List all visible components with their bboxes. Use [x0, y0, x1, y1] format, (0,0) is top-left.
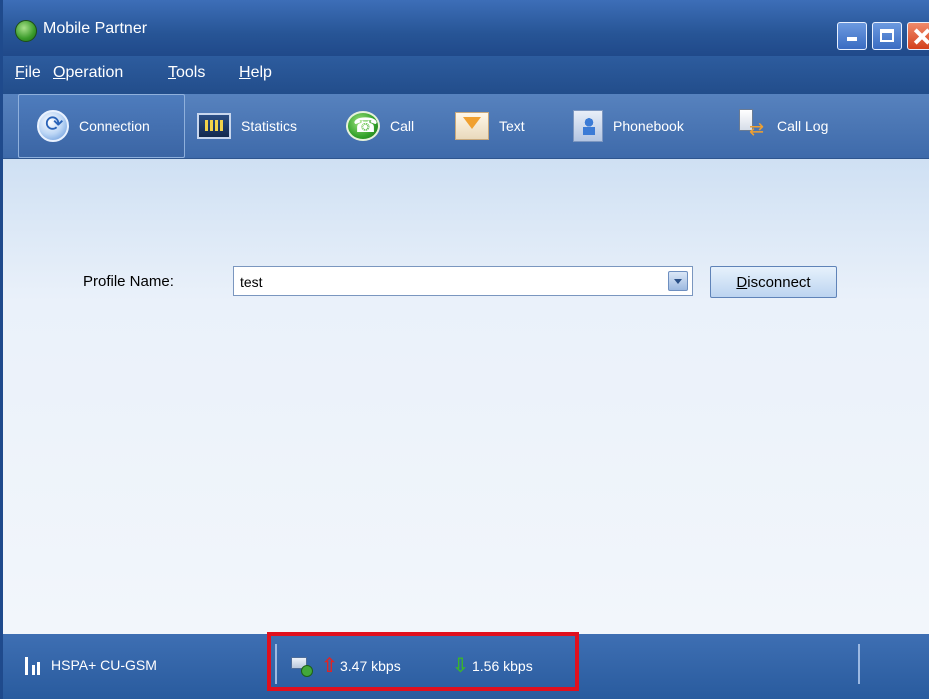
- connection-icon: [37, 110, 69, 142]
- main-toolbar: Connection Statistics Call Text Phoneboo…: [3, 94, 929, 159]
- chevron-down-icon[interactable]: [668, 271, 688, 291]
- call-icon: [346, 111, 380, 141]
- upload-arrow-icon: ⇧: [321, 653, 338, 677]
- toolbar-connection-label: Connection: [79, 118, 150, 134]
- download-speed: 1.56 kbps: [472, 658, 533, 674]
- disconnect-button[interactable]: Disconnect: [710, 266, 837, 298]
- toolbar-text-label: Text: [499, 118, 525, 134]
- profile-name-value: test: [240, 274, 263, 290]
- toolbar-call[interactable]: Call: [346, 94, 414, 158]
- close-button[interactable]: [907, 22, 929, 50]
- signal-strength-icon: [25, 657, 43, 675]
- app-logo-icon: [15, 20, 37, 42]
- maximize-button[interactable]: [872, 22, 902, 50]
- menu-operation[interactable]: Operation: [53, 64, 123, 82]
- phonebook-icon: [573, 110, 603, 142]
- network-status: HSPA+ CU-GSM: [51, 657, 157, 673]
- status-divider: [275, 644, 277, 684]
- toolbar-statistics-label: Statistics: [241, 118, 298, 134]
- connected-computer-icon: [291, 655, 313, 677]
- toolbar-phonebook[interactable]: Phonebook: [573, 94, 684, 158]
- menu-file[interactable]: File: [15, 64, 41, 82]
- minimize-button[interactable]: [837, 22, 867, 50]
- toolbar-text[interactable]: Text: [455, 94, 525, 158]
- toolbar-connection[interactable]: Connection: [18, 94, 185, 158]
- text-message-icon: [455, 112, 489, 140]
- toolbar-call-label: Call: [390, 118, 415, 134]
- profile-name-combobox[interactable]: test: [233, 266, 693, 296]
- menu-tools[interactable]: Tools: [168, 64, 205, 82]
- menu-bar: File Operation Tools Help: [3, 56, 929, 94]
- toolbar-call-log-label: Call Log: [777, 118, 829, 134]
- upload-speed: 3.47 kbps: [340, 658, 401, 674]
- menu-help[interactable]: Help: [239, 64, 272, 82]
- toolbar-call-log[interactable]: Call Log: [737, 94, 828, 158]
- disconnect-button-label: Disconnect: [736, 273, 811, 291]
- call-log-icon: [737, 109, 767, 143]
- title-bar[interactable]: Mobile Partner: [3, 0, 929, 56]
- status-divider-right: [858, 644, 860, 684]
- profile-name-label: Profile Name:: [83, 273, 174, 290]
- connection-panel: Profile Name: test Disconnect: [3, 159, 929, 634]
- window-title: Mobile Partner: [43, 20, 148, 37]
- download-arrow-icon: ⇩: [452, 653, 469, 677]
- statistics-icon: [197, 113, 231, 139]
- status-bar: HSPA+ CU-GSM ⇧ 3.47 kbps ⇩ 1.56 kbps: [3, 634, 929, 699]
- toolbar-phonebook-label: Phonebook: [613, 118, 684, 134]
- mobile-partner-window: Mobile Partner File Operation Tools Help…: [0, 0, 929, 699]
- toolbar-statistics[interactable]: Statistics: [197, 94, 297, 158]
